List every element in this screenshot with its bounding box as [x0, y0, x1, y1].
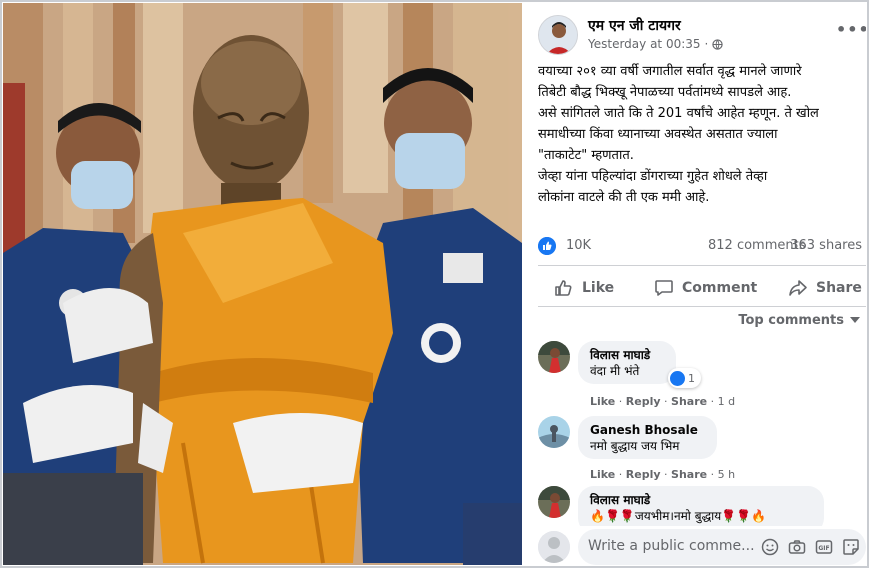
post-meta: Yesterday at 00:35 ·: [588, 37, 724, 51]
comment-age[interactable]: 1 d: [718, 395, 735, 408]
divider: [538, 265, 866, 266]
comment-label: Comment: [682, 280, 758, 296]
comment-bubble[interactable]: विलास माघाडे वंदा मी भंते: [578, 341, 676, 384]
comment-item: Ganesh Bhosale नमो बुद्धाय जय भिम Like ·…: [538, 416, 864, 481]
comment-bubble[interactable]: विलास माघाडे 🔥🌹🌹जयभीम।नमो बुद्धाय🌹🌹🔥: [578, 486, 824, 526]
comment-reply-link[interactable]: Reply: [626, 468, 661, 481]
post-body-text: वयाच्या २०१ व्या वर्षी जगातील सर्वात वृद…: [538, 64, 819, 205]
post-actions: Like Comment Share: [538, 271, 866, 305]
comment-item: विलास माघाडे 🔥🌹🌹जयभीम।नमो बुद्धाय🌹🌹🔥: [538, 486, 864, 526]
like-reaction-icon: [670, 371, 685, 386]
post-photo[interactable]: [3, 3, 522, 565]
comment-share-link[interactable]: Share: [671, 395, 707, 408]
post-header: एम एन जी टायगर Yesterday at 00:35 · •••: [538, 15, 866, 59]
comment-like-link[interactable]: Like: [590, 395, 615, 408]
post-author-name[interactable]: एम एन जी टायगर: [588, 16, 681, 35]
commenter-name[interactable]: Ganesh Bhosale: [590, 422, 705, 438]
comment-actions: Like · Reply · Share · 5 h: [590, 468, 736, 481]
post-stats: 10K 812 comments 363 shares: [538, 235, 862, 257]
commenter-name[interactable]: विलास माघाडे: [590, 492, 812, 508]
comment-input-placeholder: Write a public comme...: [588, 538, 755, 554]
sticker-icon[interactable]: [842, 538, 860, 556]
post-panel: एम एन जी टायगर Yesterday at 00:35 · ••• …: [522, 3, 866, 565]
share-label: Share: [816, 280, 862, 296]
comment-input[interactable]: Write a public comme... GIF: [578, 529, 866, 565]
comments-filter-dropdown[interactable]: Top comments: [738, 313, 860, 328]
comment-like-link[interactable]: Like: [590, 468, 615, 481]
commenter-avatar[interactable]: [538, 416, 570, 448]
svg-text:GIF: GIF: [818, 545, 829, 552]
reaction-count[interactable]: 10K: [566, 238, 591, 253]
gif-icon[interactable]: GIF: [815, 538, 833, 556]
comment-composer: Write a public comme... GIF: [538, 529, 866, 565]
commenter-avatar[interactable]: [538, 341, 570, 373]
globe-icon[interactable]: [712, 38, 724, 50]
comment-share-link[interactable]: Share: [671, 468, 707, 481]
comments-filter-label: Top comments: [738, 313, 844, 328]
chevron-down-icon: [850, 317, 860, 323]
comment-bubble[interactable]: Ganesh Bhosale नमो बुद्धाय जय भिम: [578, 416, 717, 459]
shares-count[interactable]: 363 shares: [790, 238, 862, 253]
emoji-icon[interactable]: [761, 538, 779, 556]
like-button[interactable]: Like: [554, 271, 614, 305]
comment-reaction-badge[interactable]: 1: [668, 368, 701, 388]
comment-reaction-count: 1: [688, 372, 695, 385]
comment-actions: Like · Reply · Share · 1 d: [590, 395, 736, 408]
thumbs-up-icon: [555, 280, 572, 296]
more-options-icon[interactable]: •••: [836, 21, 866, 43]
viewer-avatar[interactable]: [538, 531, 570, 563]
comment-button[interactable]: Comment: [654, 271, 757, 305]
commenter-name[interactable]: विलास माघाडे: [590, 347, 664, 363]
composer-icons: GIF: [761, 538, 860, 556]
like-reaction-icon[interactable]: [538, 237, 556, 255]
comment-text: वंदा मी भंते: [590, 364, 640, 378]
share-icon: [789, 280, 807, 296]
comment-age[interactable]: 5 h: [718, 468, 735, 481]
like-label: Like: [582, 280, 615, 296]
commenter-avatar[interactable]: [538, 486, 570, 518]
divider: [538, 306, 866, 307]
comment-icon: [655, 280, 673, 296]
comment-reply-link[interactable]: Reply: [626, 395, 661, 408]
author-avatar[interactable]: [538, 15, 578, 55]
comment-text: 🔥🌹🌹जयभीम।नमो बुद्धाय🌹🌹🔥: [590, 509, 767, 523]
post-timestamp[interactable]: Yesterday at 00:35: [588, 37, 701, 51]
comment-item: विलास माघाडे वंदा मी भंते 1 Like · Reply…: [538, 341, 864, 408]
monk-photo-illustration: [3, 3, 522, 565]
comment-text: नमो बुद्धाय जय भिम: [590, 439, 680, 453]
camera-icon[interactable]: [788, 538, 806, 556]
share-button[interactable]: Share: [788, 271, 862, 305]
